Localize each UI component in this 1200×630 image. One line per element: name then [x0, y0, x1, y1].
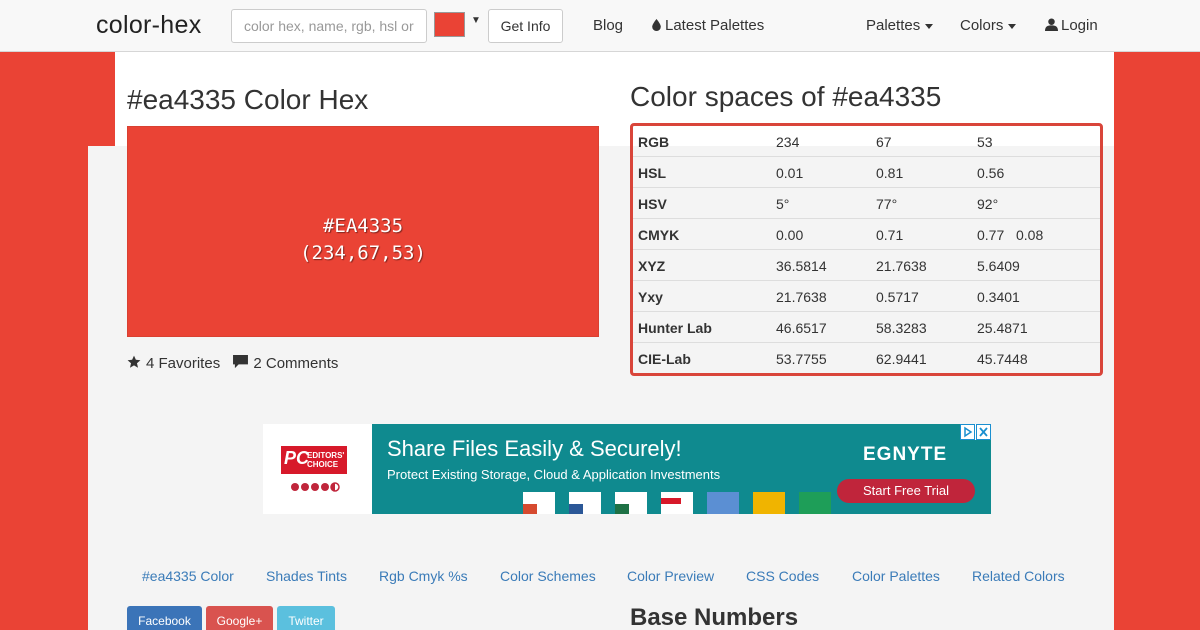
row-value: 53	[977, 134, 993, 150]
comments-count: 2 Comments	[253, 355, 339, 372]
row-value: 45.7448	[977, 351, 1028, 367]
table-row: RGB 234 67 53	[633, 126, 1100, 157]
badge-editors-text: EDITORS' CHOICE	[307, 451, 345, 469]
ad-subline: Protect Existing Storage, Cloud & Applic…	[387, 467, 721, 482]
row-value: 92°	[977, 196, 999, 212]
row-label: CIE-Lab	[638, 351, 691, 367]
row-label: XYZ	[638, 258, 666, 274]
row-value: 5°	[776, 196, 790, 212]
table-row: CMYK 0.00 0.71 0.77 0.08	[633, 219, 1100, 250]
share-facebook-button[interactable]: Facebook	[127, 606, 202, 630]
row-label: Yxy	[638, 289, 663, 305]
nav-blog[interactable]: Blog	[593, 17, 623, 34]
row-value: 21.7638	[876, 258, 927, 274]
swatch-hex-label: #EA4335	[322, 215, 404, 237]
row-value: 5.6409	[977, 258, 1020, 274]
share-twitter-button[interactable]: Twitter	[277, 606, 335, 630]
row-value: 0.71	[876, 227, 904, 243]
row-value: 234	[776, 134, 800, 150]
color-spaces-table: RGB 234 67 53 HSL 0.01 0.81 0.56 HSV 5° …	[630, 123, 1103, 376]
swatch-rgb-label: (234,67,53)	[300, 242, 426, 264]
badge-pc-text: PC	[284, 448, 310, 468]
table-row: XYZ 36.5814 21.7638 5.6409	[633, 250, 1100, 281]
row-value: 0.81	[876, 165, 904, 181]
tab-shades-tints[interactable]: Shades Tints	[266, 568, 347, 584]
row-value: 25.4871	[977, 320, 1028, 336]
favorites-count: 4 Favorites	[146, 355, 221, 372]
nav-colors-dropdown[interactable]: Colors	[960, 17, 1017, 34]
search-input[interactable]	[231, 9, 427, 43]
caret-down-icon	[1008, 23, 1017, 29]
row-label: HSV	[638, 196, 667, 212]
table-row: Hunter Lab 46.6517 58.3283 25.4871	[633, 312, 1100, 343]
row-label: Hunter Lab	[638, 320, 712, 336]
table-row: HSL 0.01 0.81 0.56	[633, 157, 1100, 188]
row-value: 0.5717	[876, 289, 919, 305]
nav-colors-label: Colors	[960, 17, 1004, 34]
row-value: 77°	[876, 196, 898, 212]
color-spaces-title: Color spaces of #ea4335	[630, 81, 942, 112]
tab-color-preview[interactable]: Color Preview	[627, 568, 714, 584]
nav-latest-palettes-label: Latest Palettes	[665, 17, 765, 34]
row-value: 0.77	[977, 227, 1005, 243]
base-numbers-heading: Base Numbers	[630, 604, 799, 630]
row-value: 0.56	[977, 165, 1005, 181]
row-value: 62.9441	[876, 351, 927, 367]
tab-color-schemes[interactable]: Color Schemes	[500, 568, 596, 584]
user-icon	[1045, 18, 1058, 31]
tab-color[interactable]: #ea4335 Color	[142, 568, 234, 584]
comments-link[interactable]: 2 Comments	[233, 355, 338, 372]
ad-choices-close-icon[interactable]	[960, 424, 991, 440]
color-picker-swatch[interactable]	[434, 12, 465, 37]
ad-award-panel: PC EDITORS' CHOICE	[263, 424, 372, 514]
rating-dots-icon	[291, 482, 340, 492]
tab-related-colors[interactable]: Related Colors	[972, 568, 1065, 584]
pc-editors-choice-badge: PC EDITORS' CHOICE	[281, 446, 347, 474]
row-value: 53.7755	[776, 351, 827, 367]
tab-color-palettes[interactable]: Color Palettes	[852, 568, 940, 584]
row-label: HSL	[638, 165, 666, 181]
row-label: CMYK	[638, 227, 680, 243]
ad-brand-logo: EGNYTE	[863, 444, 948, 465]
get-info-button[interactable]: Get Info	[488, 9, 563, 43]
row-value: 0.00	[776, 227, 804, 243]
nav-latest-palettes[interactable]: Latest Palettes	[652, 17, 764, 34]
comment-icon	[233, 355, 249, 369]
row-value: 46.6517	[776, 320, 827, 336]
row-value: 58.3283	[876, 320, 927, 336]
caret-down-icon	[925, 23, 934, 29]
nav-login[interactable]: Login	[1045, 17, 1098, 34]
row-value: 21.7638	[776, 289, 827, 305]
star-icon	[127, 355, 141, 368]
brand-logo[interactable]: color-hex	[96, 11, 202, 40]
tab-css-codes[interactable]: CSS Codes	[746, 568, 819, 584]
row-value: 36.5814	[776, 258, 827, 274]
file-types-icon	[523, 492, 831, 514]
tint-drop-icon	[652, 19, 661, 31]
row-value: 67	[876, 134, 892, 150]
row-label: RGB	[638, 134, 670, 150]
color-swatch-preview: #EA4335 (234,67,53)	[127, 126, 599, 337]
color-picker-caret-icon[interactable]: ▼	[471, 15, 481, 26]
ad-headline: Share Files Easily & Securely!	[387, 436, 682, 461]
favorites-comments-bar: 4 Favorites 2 Comments	[127, 355, 338, 372]
page-title: #ea4335 Color Hex	[127, 84, 369, 115]
swatch-label: #EA4335 (234,67,53)	[128, 213, 598, 267]
table-row: CIE-Lab 53.7755 62.9441 45.7448	[633, 343, 1100, 374]
nav-palettes-dropdown[interactable]: Palettes	[866, 17, 934, 34]
tab-rgb-cmyk[interactable]: Rgb Cmyk %s	[379, 568, 468, 584]
table-row: HSV 5° 77° 92°	[633, 188, 1100, 219]
top-navbar: color-hex ▼ Get Info Blog Latest Palette…	[0, 0, 1200, 52]
ad-cta-button[interactable]: Start Free Trial	[837, 479, 975, 503]
table-row: Yxy 21.7638 0.5717 0.3401	[633, 281, 1100, 312]
nav-login-label: Login	[1061, 17, 1098, 34]
row-value: 0.3401	[977, 289, 1020, 305]
share-google-button[interactable]: Google+	[206, 606, 273, 630]
advertisement-banner[interactable]: PC EDITORS' CHOICE Share Files Easily & S…	[263, 424, 991, 514]
nav-palettes-label: Palettes	[866, 17, 921, 34]
favorites-link[interactable]: 4 Favorites	[127, 355, 220, 372]
row-value: 0.01	[776, 165, 804, 181]
row-value: 0.08	[1016, 227, 1044, 243]
